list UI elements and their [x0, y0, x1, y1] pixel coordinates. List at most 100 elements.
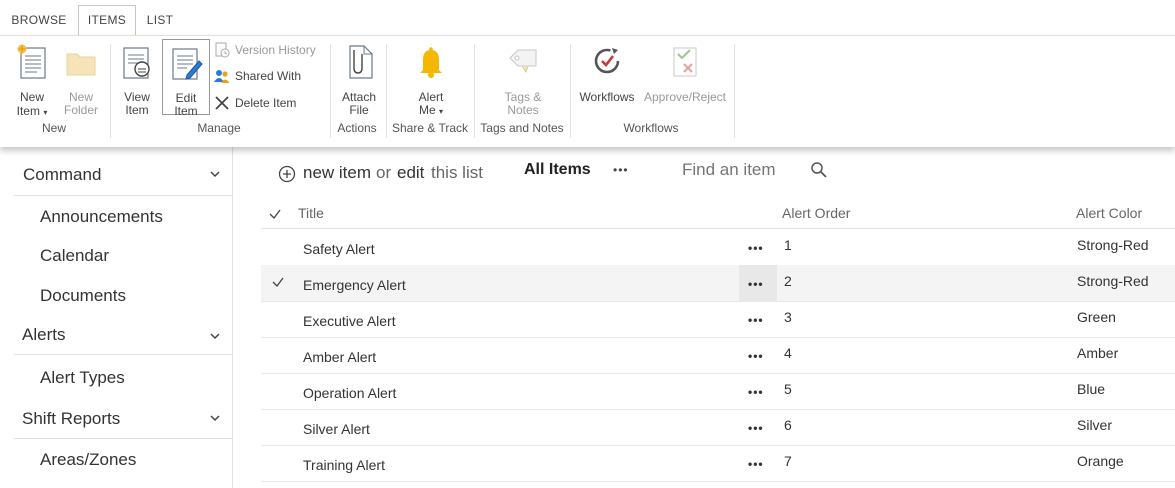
new-item-link[interactable]: new item	[303, 163, 371, 183]
nav-item-alert-types[interactable]: Alert Types	[40, 368, 125, 388]
row-alert-color: Strong-Red	[1077, 273, 1149, 289]
workflows-button[interactable]: Workflows	[576, 44, 638, 114]
separator	[110, 44, 111, 138]
tab-list[interactable]: LIST	[138, 6, 182, 35]
version-history-button[interactable]: Version History	[214, 40, 324, 60]
new-folder-button[interactable]: New Folder	[58, 44, 104, 117]
nav-shift-reports-label: Shift Reports	[22, 409, 121, 428]
group-label-workflows: Workflows	[623, 121, 679, 135]
ellipsis-icon: •••	[748, 349, 764, 363]
tags-notes-button[interactable]: Tags & Notes	[496, 44, 550, 117]
separator	[386, 44, 387, 138]
row-title[interactable]: Executive Alert	[303, 313, 396, 329]
view-more-menu[interactable]: •••	[613, 163, 629, 177]
row-title[interactable]: Emergency Alert	[303, 277, 406, 293]
new-folder-label-2: Folder	[63, 103, 98, 117]
ellipsis-icon: •••	[748, 241, 764, 255]
table-row[interactable]: Executive Alert ••• 3 Green	[261, 301, 1175, 338]
table-row[interactable]: Operation Alert ••• 5 Blue	[261, 373, 1175, 410]
row-title[interactable]: Silver Alert	[303, 421, 370, 437]
row-menu-button[interactable]: •••	[739, 337, 777, 373]
delete-item-label: Delete Item	[235, 96, 297, 110]
approve-reject-button[interactable]: Approve/Reject	[640, 44, 730, 114]
row-title[interactable]: Amber Alert	[303, 349, 376, 365]
nav-item-documents[interactable]: Documents	[40, 286, 126, 306]
ellipsis-icon: •••	[748, 421, 764, 435]
table-row[interactable]: Amber Alert ••• 4 Amber	[261, 337, 1175, 374]
edit-item-button[interactable]: Edit Item	[162, 39, 210, 118]
shared-with-icon	[214, 70, 230, 83]
row-menu-button[interactable]: •••	[739, 445, 777, 481]
workflows-icon	[594, 48, 620, 74]
approve-reject-icon	[673, 47, 697, 77]
attach-file-button[interactable]: Attach File	[336, 44, 382, 117]
shared-with-button[interactable]: Shared With	[214, 66, 324, 86]
row-check-icon[interactable]	[271, 275, 285, 289]
group-label-actions: Actions	[337, 121, 377, 135]
chevron-down-icon	[210, 171, 220, 178]
nav-item-announcements[interactable]: Announcements	[40, 207, 163, 227]
nav-command-header[interactable]: Command	[14, 155, 232, 196]
row-menu-button[interactable]: •••	[739, 301, 777, 337]
delete-item-button[interactable]: Delete Item	[214, 93, 324, 113]
new-item-icon	[17, 44, 46, 79]
row-alert-color: Amber	[1077, 345, 1119, 361]
alert-me-button[interactable]: Alert Me ▾	[406, 44, 456, 117]
row-menu-button[interactable]: •••	[739, 229, 777, 265]
table-row[interactable]: Training Alert ••• 7 Orange	[261, 445, 1175, 482]
row-title[interactable]: Safety Alert	[303, 241, 375, 257]
column-header-alert-color[interactable]: Alert Color	[1076, 205, 1142, 221]
row-alert-order: 6	[784, 417, 792, 433]
approve-reject-label: Approve/Reject	[643, 90, 727, 104]
row-alert-order: 2	[784, 273, 792, 289]
tab-browse[interactable]: BROWSE	[4, 6, 74, 35]
nav-item-areas-zones[interactable]: Areas/Zones	[40, 450, 136, 470]
row-alert-color: Strong-Red	[1077, 237, 1149, 253]
view-item-label-2: Item	[125, 103, 149, 117]
nav-alerts-header[interactable]: Alerts	[14, 314, 232, 355]
search-input[interactable]	[680, 156, 814, 184]
separator	[734, 44, 735, 138]
column-header-title[interactable]: Title	[298, 205, 324, 221]
alert-me-label-2: Me ▾	[418, 103, 444, 117]
new-item-button[interactable]: New Item ▾	[8, 44, 56, 118]
row-title[interactable]: Training Alert	[303, 457, 385, 473]
view-item-button[interactable]: View Item	[114, 44, 160, 117]
group-label-tags-notes: Tags and Notes	[480, 121, 564, 135]
row-alert-color: Green	[1077, 309, 1116, 325]
view-all-items[interactable]: All Items	[524, 161, 591, 179]
ellipsis-icon: •••	[748, 313, 764, 327]
edit-item-label-2: Item	[174, 104, 198, 118]
group-label-new: New	[41, 121, 66, 135]
this-list-text: this list	[431, 163, 483, 182]
table-row[interactable]: Safety Alert ••• 1 Strong-Red	[261, 229, 1175, 266]
edit-list-link[interactable]: edit	[397, 163, 424, 183]
table-row[interactable]: Silver Alert ••• 6 Silver	[261, 409, 1175, 446]
version-history-icon	[215, 42, 230, 58]
row-menu-button[interactable]: •••	[739, 265, 777, 301]
edit-item-icon	[172, 48, 203, 80]
attach-file-label-2: File	[349, 103, 369, 117]
bell-icon	[420, 47, 442, 78]
tab-items[interactable]: ITEMS	[78, 5, 136, 37]
ellipsis-icon: •••	[748, 457, 764, 471]
folder-icon	[66, 53, 96, 76]
row-alert-color: Blue	[1077, 381, 1106, 397]
tags-notes-label-2: Notes	[507, 103, 539, 117]
delete-icon	[215, 96, 229, 110]
nav-item-calendar[interactable]: Calendar	[40, 246, 109, 266]
row-menu-button[interactable]: •••	[739, 409, 777, 445]
nav-shift-reports-header[interactable]: Shift Reports	[14, 398, 232, 439]
row-alert-order: 5	[784, 381, 792, 397]
new-item-label-1: New	[19, 90, 44, 104]
search-icon[interactable]	[810, 161, 828, 179]
row-menu-button[interactable]: •••	[739, 373, 777, 409]
select-all-check-icon[interactable]	[268, 207, 282, 221]
table-row[interactable]: Emergency Alert ••• 2 Strong-Red	[261, 265, 1175, 302]
column-header-alert-order[interactable]: Alert Order	[782, 205, 850, 221]
row-alert-order: 4	[784, 345, 792, 361]
nav-divider	[232, 146, 233, 488]
row-title[interactable]: Operation Alert	[303, 385, 396, 401]
separator	[570, 44, 571, 138]
add-circle-icon[interactable]	[278, 165, 296, 183]
